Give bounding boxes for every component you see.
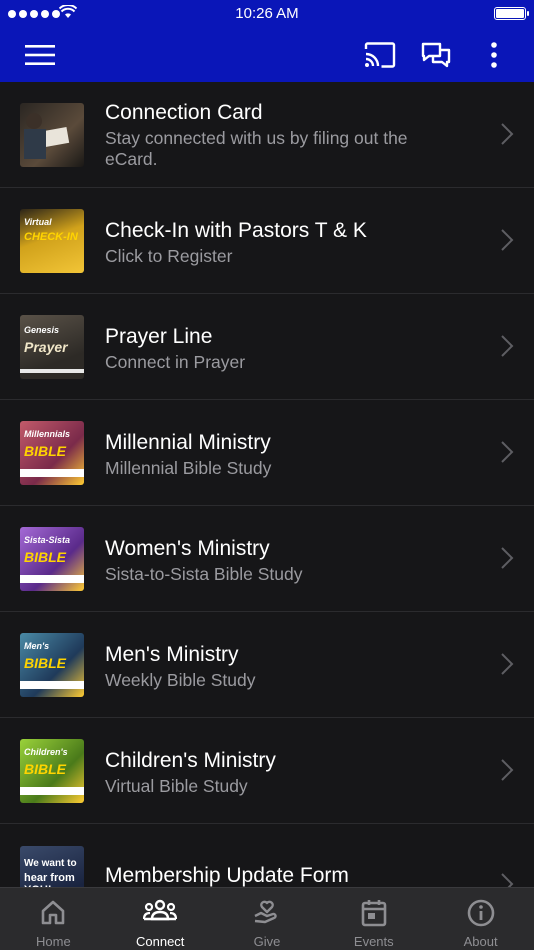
item-title: Connection Card <box>105 101 263 124</box>
prayer-line-thumbnail: Genesis Prayer <box>20 315 84 379</box>
childrens-ministry-thumbnail: Children's BIBLE <box>20 739 84 803</box>
info-icon <box>467 899 494 927</box>
thumb-text: We want to <box>24 858 77 869</box>
chevron-right-icon <box>501 547 514 569</box>
thumb-text: BIBLE <box>24 761 66 777</box>
tab-label: Give <box>253 934 281 949</box>
chevron-right-icon <box>501 123 514 145</box>
thumb-text: Children's <box>24 747 68 757</box>
chevron-right-icon <box>501 335 514 357</box>
tab-label: Events <box>353 934 394 949</box>
tab-home[interactable]: Home <box>0 888 107 950</box>
tab-connect[interactable]: Connect <box>107 888 214 950</box>
item-title: Membership Update Form <box>105 864 349 887</box>
thumb-text: Virtual <box>24 217 52 227</box>
list-item-connection-card[interactable]: Connection Card Stay connected with us b… <box>0 82 534 188</box>
status-time: 10:26 AM <box>235 5 299 22</box>
list-item-prayer-line[interactable]: Genesis Prayer Prayer Line Connect in Pr… <box>0 294 534 400</box>
connection-card-thumbnail <box>20 103 84 167</box>
item-title: Men's Ministry <box>105 643 239 666</box>
bottom-tab-bar: Home Connect Give Events About <box>0 887 534 950</box>
item-subtitle: Connect in Prayer <box>105 352 246 372</box>
people-photo-icon <box>24 113 70 159</box>
tab-about[interactable]: About <box>427 888 534 950</box>
people-icon <box>143 899 178 921</box>
chat-icon <box>421 42 451 68</box>
thumb-text: CHECK-IN <box>24 231 78 243</box>
tab-label: Home <box>36 934 71 949</box>
chevron-right-icon <box>501 653 514 675</box>
top-navigation-bar <box>0 28 534 82</box>
item-subtitle: Stay connected with us by filing out the… <box>105 128 408 169</box>
mens-ministry-thumbnail: Men's BIBLE <box>20 633 84 697</box>
chevron-right-icon <box>501 759 514 781</box>
item-subtitle: Click to Register <box>105 246 233 266</box>
item-title: Children's Ministry <box>105 749 276 772</box>
womens-ministry-thumbnail: Sista-Sista BIBLE <box>20 527 84 591</box>
battery-icon <box>494 7 529 20</box>
thumb-text: Men's <box>24 641 50 651</box>
thumb-text: Prayer <box>24 339 68 355</box>
thumb-text: BIBLE <box>24 443 66 459</box>
chevron-right-icon <box>501 441 514 463</box>
thumb-text: Sista-Sista <box>24 535 71 545</box>
list-item-check-in[interactable]: Virtual CHECK-IN Check-In with Pastors T… <box>0 188 534 294</box>
chevron-right-icon <box>501 229 514 251</box>
tab-events[interactable]: Events <box>320 888 427 950</box>
item-subtitle: Weekly Bible Study <box>105 670 256 690</box>
thumb-text: Millennials <box>24 429 71 439</box>
home-icon <box>42 900 65 925</box>
status-bar: 10:26 AM <box>0 0 534 28</box>
cast-button[interactable] <box>358 28 402 82</box>
more-options-button[interactable] <box>474 28 514 82</box>
menu-button[interactable] <box>18 28 62 82</box>
list-item-childrens-ministry[interactable]: Children's BIBLE Children's Ministry Vir… <box>0 718 534 824</box>
cast-icon <box>364 42 396 68</box>
tab-give[interactable]: Give <box>214 888 321 950</box>
thumb-text: Genesis <box>24 325 60 335</box>
menu-icon <box>25 45 55 65</box>
list-item-mens-ministry[interactable]: Men's BIBLE Men's Ministry Weekly Bible … <box>0 612 534 718</box>
item-title: Millennial Ministry <box>105 431 271 454</box>
item-subtitle: Millennial Bible Study <box>105 458 272 478</box>
give-heart-hand-icon <box>254 900 277 924</box>
item-subtitle: Virtual Bible Study <box>105 776 248 796</box>
tab-label: Connect <box>135 934 185 949</box>
item-title: Women's Ministry <box>105 537 270 560</box>
calendar-icon <box>361 900 387 927</box>
more-vertical-icon <box>491 42 497 68</box>
chat-button[interactable] <box>414 28 458 82</box>
item-subtitle: Sista-to-Sista Bible Study <box>105 564 303 584</box>
tab-label: About <box>463 934 498 949</box>
item-title: Check-In with Pastors T & K <box>105 219 367 242</box>
thumb-text: hear from YOU! <box>24 872 75 888</box>
membership-update-form-thumbnail: We want to hear from YOU! <box>20 846 84 888</box>
list-item-membership-update-form[interactable]: We want to hear from YOU! Membership Upd… <box>0 824 534 888</box>
list-item-womens-ministry[interactable]: Sista-Sista BIBLE Women's Ministry Sista… <box>0 506 534 612</box>
connect-list[interactable]: Connection Card Stay connected with us b… <box>0 82 534 888</box>
list-item-millennial-ministry[interactable]: Millennials BIBLE Millennial Ministry Mi… <box>0 400 534 506</box>
thumb-text: BIBLE <box>24 549 66 565</box>
thumb-text: BIBLE <box>24 655 66 671</box>
item-title: Prayer Line <box>105 325 213 348</box>
check-in-thumbnail: Virtual CHECK-IN <box>20 209 84 273</box>
millennial-ministry-thumbnail: Millennials BIBLE <box>20 421 84 485</box>
chevron-right-icon <box>501 873 514 888</box>
